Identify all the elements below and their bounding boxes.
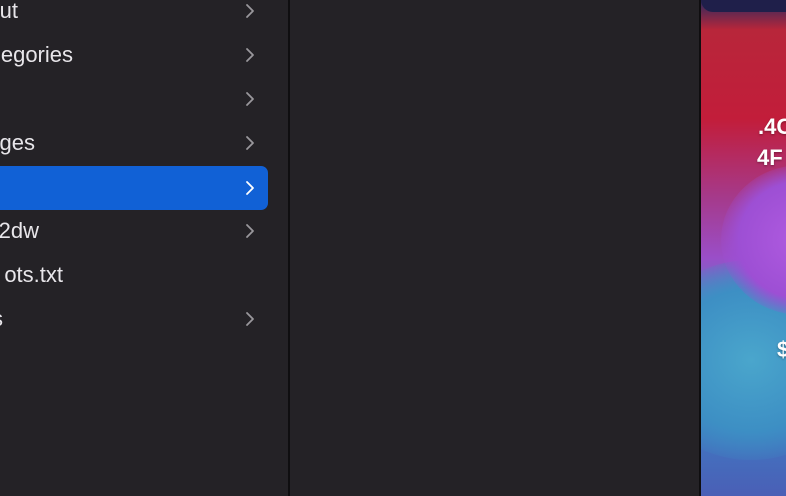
list-item[interactable]: ges bbox=[0, 121, 268, 165]
list-item[interactable]: ots.txt bbox=[0, 253, 268, 297]
list-item-label: s bbox=[0, 297, 3, 341]
finder-window: ut egories ges 2dw ots.txt .4C 4F $ bbox=[0, 0, 786, 496]
chevron-right-icon bbox=[242, 3, 258, 19]
list-item[interactable]: s bbox=[0, 297, 268, 341]
desktop-icon-label[interactable]: $ bbox=[777, 337, 786, 363]
chevron-right-icon bbox=[242, 180, 258, 196]
chevron-right-icon bbox=[242, 311, 258, 327]
chevron-right-icon bbox=[242, 91, 258, 107]
list-item-label: ots.txt bbox=[4, 262, 63, 287]
desktop-icon-label[interactable]: .4C bbox=[758, 114, 786, 140]
list-item[interactable] bbox=[0, 77, 268, 121]
list-item[interactable]: egories bbox=[0, 33, 268, 77]
list-item[interactable]: 2dw bbox=[0, 209, 268, 253]
list-item-label: 2dw bbox=[0, 218, 39, 243]
chevron-right-icon bbox=[242, 47, 258, 63]
desktop-wallpaper: .4C 4F $ bbox=[701, 0, 786, 496]
desktop-icon-label[interactable]: 4F bbox=[757, 145, 783, 171]
chevron-right-icon bbox=[242, 135, 258, 151]
list-item-label: egories bbox=[0, 42, 73, 67]
wallpaper-top-band bbox=[701, 0, 786, 12]
list-item[interactable]: ut bbox=[0, 0, 268, 33]
list-item-label: ges bbox=[0, 130, 35, 155]
chevron-right-icon bbox=[242, 223, 258, 239]
folder-column: ut egories ges 2dw ots.txt bbox=[0, 0, 288, 496]
list-item-label: ut bbox=[0, 0, 18, 23]
list-item-selected[interactable] bbox=[0, 166, 268, 210]
empty-column bbox=[290, 0, 699, 496]
